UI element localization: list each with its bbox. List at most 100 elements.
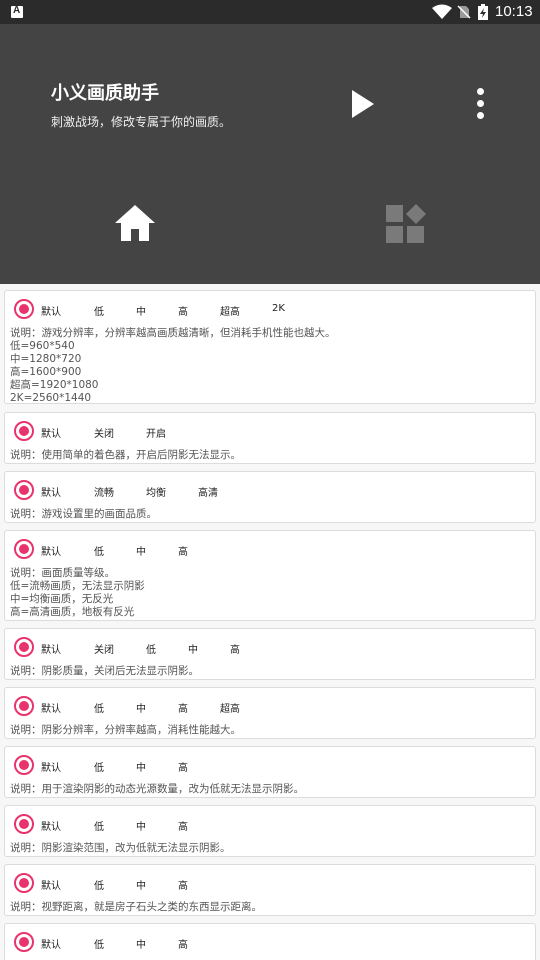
setting-description-line: 超高=1920*1080 bbox=[10, 379, 99, 391]
option-row: 默认 关闭 低 中 高 bbox=[5, 629, 535, 663]
home-icon[interactable] bbox=[114, 204, 156, 242]
setting-description: 说明：使用简单的着色器，开启后阴影无法显示。 bbox=[10, 449, 241, 461]
setting-description: 说明：视野距离，就是房子石头之类的东西显示距离。 bbox=[10, 901, 262, 913]
radio-selected-icon[interactable] bbox=[14, 696, 34, 716]
option-choice[interactable]: 中 bbox=[136, 700, 146, 715]
option-choice[interactable]: 低 bbox=[94, 877, 104, 892]
option-choice[interactable]: 中 bbox=[188, 641, 198, 656]
option-default[interactable]: 默认 bbox=[41, 818, 61, 833]
option-choice[interactable]: 中 bbox=[136, 877, 146, 892]
option-choice[interactable]: 高 bbox=[230, 641, 240, 656]
option-choice[interactable]: 高 bbox=[178, 759, 188, 774]
app-header: 小义画质助手 刺激战场，修改专属于你的画质。 bbox=[0, 24, 540, 284]
setting-card: 默认 低 中 高 超高说明：阴影分辨率，分辨率越高，消耗性能越大。 bbox=[4, 687, 536, 739]
option-choice[interactable]: 2K bbox=[272, 303, 285, 314]
setting-card: 默认 关闭 低 中 高说明：阴影质量，关闭后无法显示阴影。 bbox=[4, 628, 536, 680]
setting-description-line: 中=均衡画质，无反光 bbox=[10, 593, 114, 605]
setting-description: 说明：游戏设置里的画面品质。 bbox=[10, 508, 157, 520]
radio-selected-icon[interactable] bbox=[14, 814, 34, 834]
settings-list[interactable]: 默认低中高超高 2K 说明：游戏分辨率，分辨率越高画质越清晰，但消耗手机性能也越大。… bbox=[0, 284, 540, 960]
option-choice[interactable]: 均衡 bbox=[146, 484, 166, 499]
setting-description: 说明：阴影分辨率，分辨率越高，消耗性能越大。 bbox=[10, 724, 241, 736]
radio-selected-icon[interactable] bbox=[14, 932, 34, 952]
option-choice[interactable]: 超高 bbox=[220, 303, 240, 318]
setting-card: 默认 低 中 高 超高 2K 说明：游戏分辨率，分辨率越高画质越清晰，但消耗手机性能也越大。… bbox=[4, 290, 536, 404]
setting-card: 默认 低 中 高 bbox=[4, 923, 536, 960]
battery-charging-icon bbox=[478, 4, 488, 20]
option-choice[interactable]: 高 bbox=[178, 303, 188, 318]
status-time: 10:13 bbox=[495, 3, 533, 20]
option-choice[interactable]: 高 bbox=[178, 700, 188, 715]
option-choice[interactable]: 高 bbox=[178, 818, 188, 833]
option-choice[interactable]: 中 bbox=[136, 818, 146, 833]
option-default[interactable]: 默认 bbox=[41, 877, 61, 892]
option-default[interactable]: 默认 bbox=[41, 303, 61, 318]
setting-description: 说明：游戏分辨率，分辨率越高画质越清晰，但消耗手机性能也越大。 bbox=[10, 327, 336, 339]
setting-description-line: 高=高清画质，地板有反光 bbox=[10, 606, 135, 618]
radio-selected-icon[interactable] bbox=[14, 755, 34, 775]
option-choice[interactable]: 中 bbox=[136, 303, 146, 318]
setting-description-line: 中=1280*720 bbox=[10, 353, 82, 365]
setting-description: 说明：用于渲染阴影的动态光源数量，改为低就无法显示阴影。 bbox=[10, 783, 304, 795]
option-choice[interactable]: 低 bbox=[94, 936, 104, 951]
option-choice[interactable]: 低 bbox=[94, 759, 104, 774]
option-choice[interactable]: 中 bbox=[136, 759, 146, 774]
option-choice[interactable]: 关闭 bbox=[94, 425, 114, 440]
setting-description: 说明：阴影渲染范围，改为低就无法显示阴影。 bbox=[10, 842, 231, 854]
option-choice[interactable]: 低 bbox=[94, 543, 104, 558]
setting-card: 默认 低 中 高说明：用于渲染阴影的动态光源数量，改为低就无法显示阴影。 bbox=[4, 746, 536, 798]
setting-card: 默认 低 中 高说明：阴影渲染范围，改为低就无法显示阴影。 bbox=[4, 805, 536, 857]
option-choice[interactable]: 高 bbox=[178, 543, 188, 558]
setting-card: 默认 流畅 均衡 高清说明：游戏设置里的画面品质。 bbox=[4, 471, 536, 523]
option-default[interactable]: 默认 bbox=[41, 484, 61, 499]
option-choice[interactable]: 高 bbox=[178, 936, 188, 951]
wifi-icon bbox=[432, 4, 452, 19]
option-default[interactable]: 默认 bbox=[41, 641, 61, 656]
setting-description-line: 低=流畅画质，无法显示阴影 bbox=[10, 580, 145, 592]
setting-description: 说明：画面质量等级。 bbox=[10, 567, 115, 579]
option-default[interactable]: 默认 bbox=[41, 425, 61, 440]
radio-selected-icon[interactable] bbox=[14, 637, 34, 657]
option-row: 默认 流畅 均衡 高清 bbox=[5, 472, 535, 506]
option-choice[interactable]: 低 bbox=[94, 303, 104, 318]
option-choice[interactable]: 中 bbox=[136, 543, 146, 558]
setting-description: 说明：阴影质量，关闭后无法显示阴影。 bbox=[10, 665, 199, 677]
option-row: 默认 关闭 开启 bbox=[5, 413, 535, 447]
option-choice[interactable]: 中 bbox=[136, 936, 146, 951]
option-choice[interactable]: 关闭 bbox=[94, 641, 114, 656]
app-title: 小义画质助手 bbox=[51, 83, 159, 104]
option-choice[interactable]: 超高 bbox=[220, 700, 240, 715]
option-choice[interactable]: 低 bbox=[94, 700, 104, 715]
no-sim-icon bbox=[457, 5, 471, 19]
option-row: 默认 低 中 高 bbox=[5, 806, 535, 840]
option-row: 默认 低 中 高 bbox=[5, 531, 535, 565]
radio-selected-icon[interactable] bbox=[14, 299, 34, 319]
radio-selected-icon[interactable] bbox=[14, 873, 34, 893]
option-default[interactable]: 默认 bbox=[41, 543, 61, 558]
a-icon bbox=[11, 5, 23, 18]
option-default[interactable]: 默认 bbox=[41, 759, 61, 774]
setting-description-line: 高=1600*900 bbox=[10, 366, 82, 378]
setting-card: 默认 关闭 开启说明：使用简单的着色器，开启后阴影无法显示。 bbox=[4, 412, 536, 464]
setting-card: 默认 低 中 高说明：视野距离，就是房子石头之类的东西显示距离。 bbox=[4, 864, 536, 916]
option-row: 默认 低 中 高 bbox=[5, 924, 535, 958]
option-choice[interactable]: 低 bbox=[146, 641, 156, 656]
option-row: 默认 低 中 高 超高 bbox=[5, 688, 535, 722]
option-row: 默认 低 中 高 bbox=[5, 865, 535, 899]
option-row: 默认 低 中 高 bbox=[5, 747, 535, 781]
radio-selected-icon[interactable] bbox=[14, 421, 34, 441]
more-vert-icon[interactable] bbox=[472, 86, 488, 124]
option-choice[interactable]: 流畅 bbox=[94, 484, 114, 499]
play-icon[interactable] bbox=[350, 88, 376, 120]
setting-description-line: 低=960*540 bbox=[10, 340, 75, 352]
option-choice[interactable]: 高清 bbox=[198, 484, 218, 499]
option-row: 默认 低 中 高 超高 2K bbox=[5, 291, 535, 325]
radio-selected-icon[interactable] bbox=[14, 480, 34, 500]
apps-icon[interactable] bbox=[386, 204, 426, 244]
option-default[interactable]: 默认 bbox=[41, 936, 61, 951]
option-default[interactable]: 默认 bbox=[41, 700, 61, 715]
option-choice[interactable]: 开启 bbox=[146, 425, 166, 440]
option-choice[interactable]: 低 bbox=[94, 818, 104, 833]
radio-selected-icon[interactable] bbox=[14, 539, 34, 559]
option-choice[interactable]: 高 bbox=[178, 877, 188, 892]
